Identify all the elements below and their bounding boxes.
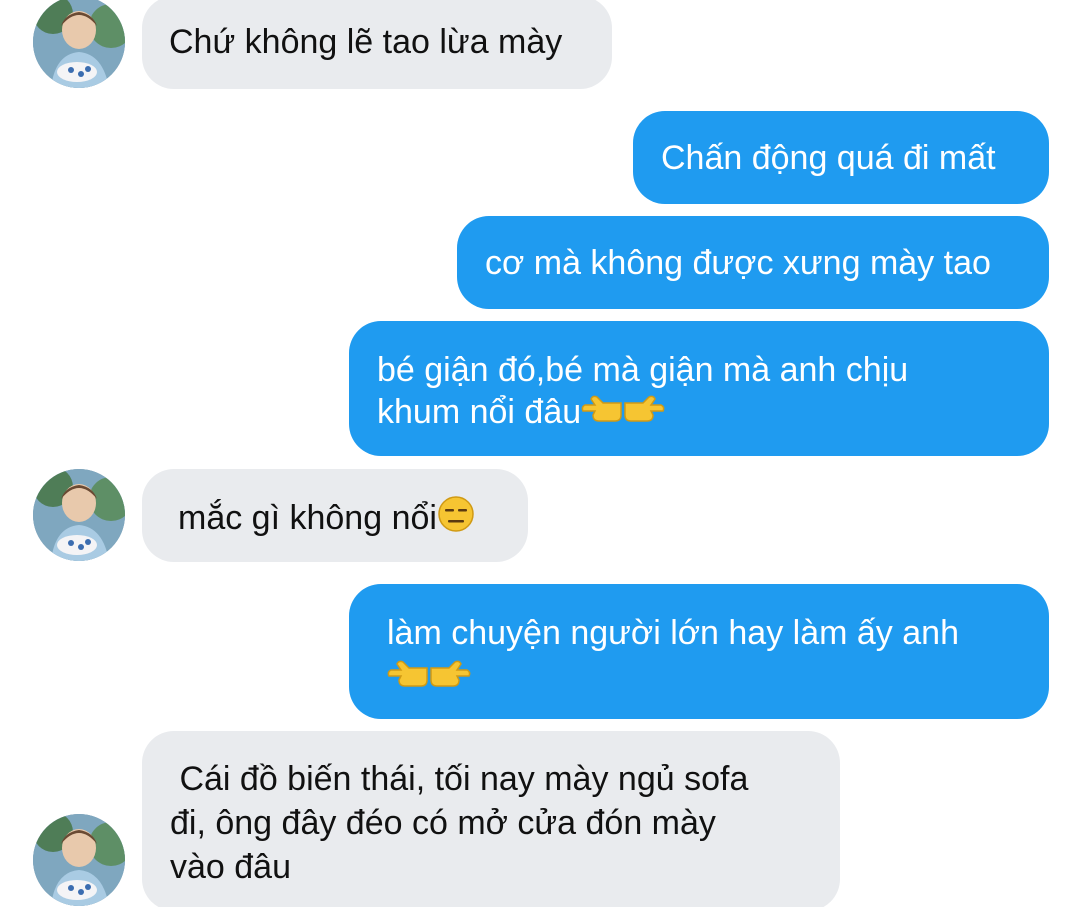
contact-avatar-photo: [33, 814, 125, 906]
message-text: Chấn động quá đi mất: [661, 139, 996, 177]
chat-thread: Chứ không lẽ tao lừa mày Chấn động quá đ…: [0, 0, 1080, 907]
message-text: Chứ không lẽ tao lừa mày: [169, 23, 563, 61]
contact-avatar-photo: [33, 469, 125, 561]
incoming-message-bubble[interactable]: mắc gì không nổi: [142, 469, 528, 562]
message-text: khum nổi đâu: [377, 393, 582, 431]
contact-avatar[interactable]: [33, 0, 125, 88]
contact-avatar[interactable]: [33, 469, 125, 561]
outgoing-message-bubble[interactable]: bé giận đó,bé mà giận mà anh chịu khum n…: [349, 321, 1049, 456]
backhand-index-right-icon: [623, 393, 665, 437]
outgoing-message-bubble[interactable]: cơ mà không được xưng mày tao: [457, 216, 1049, 309]
contact-avatar[interactable]: [33, 814, 125, 906]
incoming-message-bubble[interactable]: Cái đồ biến thái, tối nay mày ngủ sofa đ…: [142, 731, 840, 907]
outgoing-message-bubble[interactable]: Chấn động quá đi mất: [633, 111, 1049, 204]
outgoing-message-bubble[interactable]: làm chuyện người lớn hay làm ấy anh: [349, 584, 1049, 719]
contact-avatar-photo: [33, 0, 125, 88]
backhand-index-left-icon: [581, 393, 623, 437]
expressionless-face-icon: [437, 495, 475, 543]
backhand-index-right-icon: [429, 658, 471, 702]
message-text-line: bé giận đó,bé mà giận mà anh chịu: [377, 351, 909, 389]
backhand-index-left-icon: [387, 658, 429, 702]
message-text-line: Cái đồ biến thái, tối nay mày ngủ sofa: [170, 760, 749, 798]
message-text-line: làm chuyện người lớn hay làm ấy anh: [387, 614, 959, 652]
message-text-line: vào đâu: [170, 848, 291, 886]
message-text-line: đi, ông đây đéo có mở cửa đón mày: [170, 804, 716, 842]
message-text-line: khum nổi đâu: [377, 391, 1049, 437]
incoming-message-bubble[interactable]: Chứ không lẽ tao lừa mày: [142, 0, 612, 89]
message-emoji-line: [387, 654, 1049, 702]
message-text: cơ mà không được xưng mày tao: [485, 244, 991, 282]
message-text: mắc gì không nổi: [178, 499, 437, 537]
